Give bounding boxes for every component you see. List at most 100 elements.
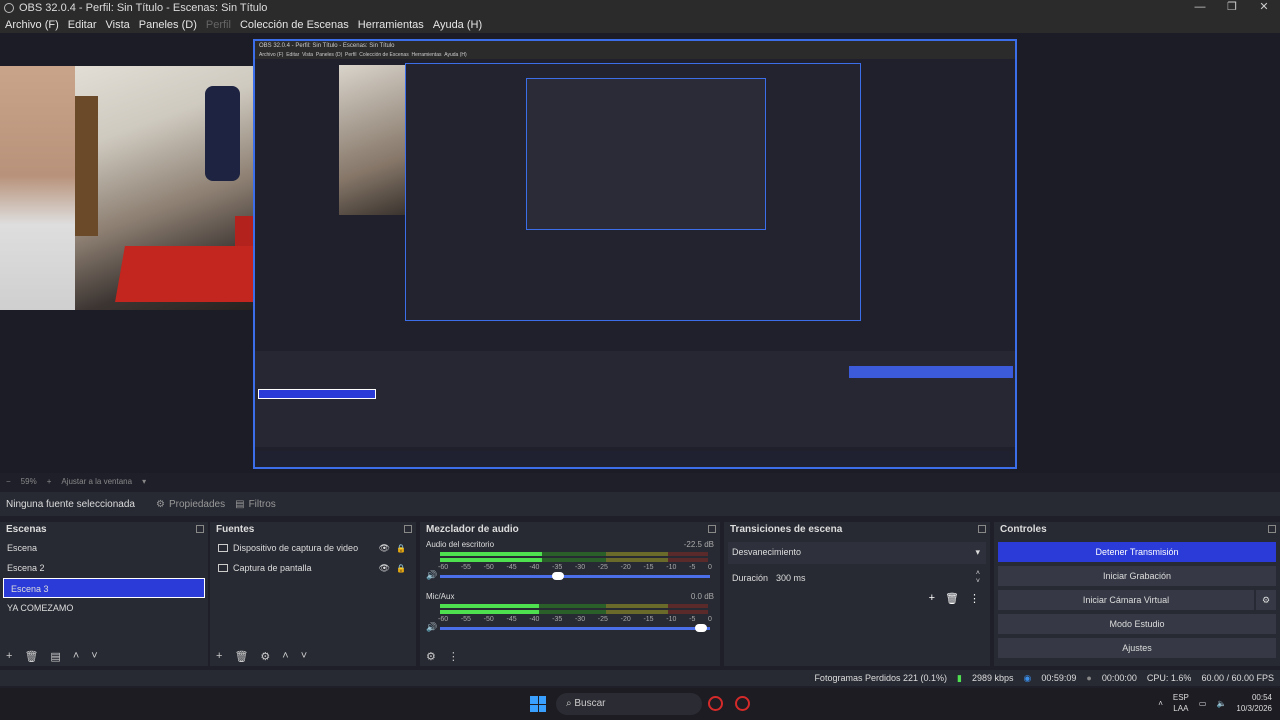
gear-icon[interactable]: ⚙ (1256, 590, 1276, 610)
lock-icon[interactable]: 🔒 (396, 564, 406, 573)
screen-capture-source-preview[interactable]: OBS 32.0.4 - Perfil: Sin Título - Escena… (253, 39, 1017, 469)
eye-icon[interactable]: 👁 (379, 563, 390, 574)
fit-window-select[interactable]: Ajustar a la ventana (61, 477, 132, 486)
filters-button[interactable]: ▤ Filtros (235, 499, 276, 510)
undock-icon[interactable] (196, 525, 204, 533)
menu-editar[interactable]: Editar (68, 19, 97, 31)
trash-icon[interactable]: 🗑 (234, 650, 248, 663)
undock-icon[interactable] (978, 525, 986, 533)
obs-taskbar-icon[interactable] (735, 696, 750, 711)
menu-herramientas[interactable]: Herramientas (358, 19, 424, 31)
gear-icon: ⚙ (156, 498, 165, 510)
chevron-up-icon[interactable]: ˄ (282, 650, 288, 662)
lock-icon[interactable]: 🔒 (396, 544, 406, 553)
mixer-track-desktop: Audio del escritorio -22.5 dB -60 -55 -50-… (420, 538, 720, 590)
add-icon[interactable]: + (216, 650, 222, 662)
maximize-icon[interactable]: ❐ (1216, 0, 1248, 16)
minimize-icon[interactable]: — (1184, 0, 1216, 16)
status-bar: Fotogramas Perdidos 221 (0.1%) ▮ 2989 kb… (0, 670, 1280, 686)
more-vertical-icon[interactable]: ⋮ (448, 650, 459, 663)
start-virtual-camera-button[interactable]: Iniciar Cámara Virtual (998, 590, 1254, 610)
meter-tick: -15 (643, 564, 654, 571)
meter-tick: -40 (529, 564, 540, 571)
stream-time: 00:59:09 (1041, 673, 1077, 683)
meter-tick: -40 (529, 616, 540, 623)
menu-coleccion-escenas[interactable]: Colección de Escenas (240, 19, 349, 31)
filter-icon: ▤ (235, 498, 245, 510)
sources-title: Fuentes (210, 522, 416, 538)
settings-button[interactable]: Ajustes (998, 638, 1276, 658)
source-item-screen-capture[interactable]: Captura de pantalla 👁 🔒 (210, 558, 416, 578)
more-vertical-icon[interactable]: ⋮ (969, 592, 980, 605)
transition-select[interactable]: Desvanecimiento ▾ (728, 542, 986, 564)
controls-title: Controles (994, 522, 1280, 538)
taskbar-search[interactable]: ⌕ Buscar (556, 693, 702, 715)
windows-start-icon[interactable] (530, 696, 546, 712)
undock-icon[interactable] (708, 525, 716, 533)
meter-ticks: -60 -55 -50 -45 -40 -35 -30 -25 -20 -15 -10 -5 0 (438, 616, 712, 623)
menu-archivo[interactable]: Archivo (F) (5, 19, 59, 31)
undock-icon[interactable] (404, 525, 412, 533)
camera-icon (218, 544, 228, 552)
gear-icon[interactable]: ⚙ (426, 650, 436, 663)
properties-button[interactable]: ⚙ Propiedades (156, 499, 225, 510)
duration-row: Duración 300 ms ˄ ˅ (728, 568, 986, 590)
spin-arrows-icon[interactable]: ˄ ˅ (976, 570, 980, 586)
duration-input[interactable]: 300 ms (776, 573, 806, 583)
app-icon-1[interactable] (708, 696, 723, 711)
source-item-video-capture[interactable]: Dispositivo de captura de video 👁 🔒 (210, 538, 416, 558)
menu-paneles[interactable]: Paneles (D) (139, 19, 197, 31)
monitor-icon[interactable]: ▭ (1199, 699, 1207, 708)
chevron-down-icon[interactable]: ˅ (91, 650, 97, 662)
language-indicator[interactable]: ESP LAA (1173, 692, 1189, 714)
meter-tick: -15 (643, 616, 654, 623)
volume-slider[interactable] (440, 624, 710, 632)
clock[interactable]: 00:54 10/3/2026 (1236, 692, 1272, 714)
bitrate: 2989 kbps (971, 673, 1014, 683)
chevron-down-icon[interactable]: ▾ (142, 477, 146, 486)
chevron-up-icon[interactable]: ˄ (73, 650, 79, 662)
volume-meter (440, 604, 708, 608)
add-icon[interactable]: + (929, 592, 935, 605)
scene-item-escena-2[interactable]: Escena 2 (0, 558, 208, 578)
zoom-out-button[interactable]: − (6, 477, 11, 486)
studio-mode-button[interactable]: Modo Estudio (998, 614, 1276, 634)
taskbar-apps (708, 696, 750, 711)
speaker-icon[interactable]: 🔊 (426, 622, 437, 633)
filter-icon[interactable]: ▤ (50, 650, 60, 663)
scene-item-escena-3[interactable]: Escena 3 (3, 578, 205, 598)
undock-icon[interactable] (1268, 525, 1276, 533)
chevron-up-icon[interactable]: ˄ (1158, 699, 1163, 708)
zoom-in-button[interactable]: + (47, 477, 52, 486)
scene-item-ya-comezamo[interactable]: YA COMEZAMO (0, 598, 208, 618)
meter-tick: -30 (574, 564, 586, 571)
meter-tick: -55 (460, 616, 471, 623)
trash-icon[interactable]: 🗑 (24, 650, 38, 663)
meter-tick: -5 (689, 616, 696, 623)
meter-tick: -10 (666, 564, 677, 571)
speaker-icon[interactable]: 🔈 (1216, 699, 1226, 708)
trash-icon[interactable]: 🗑 (945, 592, 959, 605)
stop-stream-button[interactable]: Detener Transmisión (998, 542, 1276, 562)
chevron-down-icon[interactable]: ˅ (301, 650, 307, 662)
speaker-icon[interactable]: 🔊 (426, 570, 437, 581)
record-icon: ● (1086, 673, 1092, 683)
transition-buttons: + 🗑 ⋮ (929, 592, 980, 605)
scene-item-escena[interactable]: Escena (0, 538, 208, 558)
add-icon[interactable]: + (6, 650, 12, 662)
gear-icon[interactable]: ⚙ (260, 650, 270, 663)
meter-tick: -10 (666, 616, 677, 623)
menu-perfil[interactable]: Perfil (206, 19, 231, 31)
menu-vista[interactable]: Vista (106, 19, 130, 31)
meter-tick: -30 (574, 616, 586, 623)
meter-tick: -25 (597, 564, 608, 571)
meter-tick: -25 (597, 616, 608, 623)
signal-icon: ▮ (957, 672, 962, 683)
start-recording-button[interactable]: Iniciar Grabación (998, 566, 1276, 586)
volume-slider[interactable] (440, 572, 710, 580)
meter-tick: 0 (708, 616, 712, 623)
close-icon[interactable]: ✕ (1248, 0, 1280, 16)
eye-icon[interactable]: 👁 (379, 543, 390, 554)
menu-ayuda[interactable]: Ayuda (H) (433, 19, 482, 31)
duration-label: Duración (732, 573, 769, 583)
